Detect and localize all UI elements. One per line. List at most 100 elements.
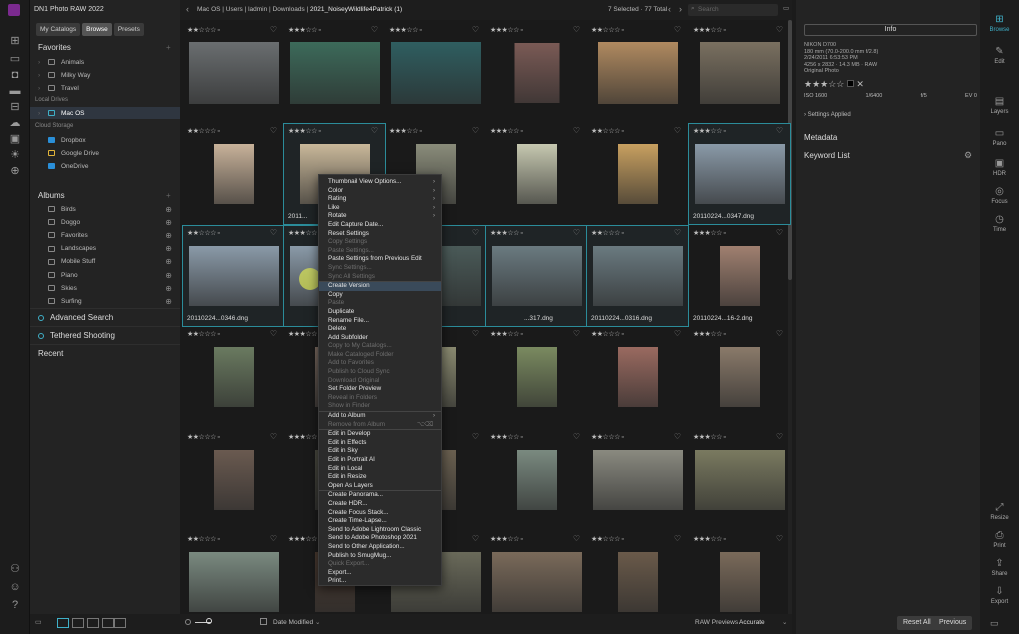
heart-icon[interactable]: ♡ bbox=[674, 228, 681, 237]
user-icon[interactable]: ☺ bbox=[8, 580, 22, 594]
heart-icon[interactable]: ♡ bbox=[776, 329, 783, 338]
settings-applied[interactable]: › Settings Applied bbox=[804, 112, 851, 118]
photo-thumbnail[interactable] bbox=[491, 552, 582, 612]
cloud-item[interactable]: Google Drive bbox=[38, 147, 176, 159]
monitor-icon[interactable]: ▭ bbox=[8, 52, 22, 66]
heart-icon[interactable]: ♡ bbox=[270, 228, 277, 237]
sync-icon[interactable]: ⊕ bbox=[165, 231, 172, 240]
menu-item[interactable]: Edit in Effects bbox=[319, 439, 441, 448]
heart-icon[interactable]: ♡ bbox=[270, 126, 277, 135]
panel-toggle-icon[interactable]: ▭ bbox=[35, 618, 42, 626]
menu-item[interactable]: Like › bbox=[319, 204, 441, 213]
tab-my-catalogs[interactable]: My Catalogs bbox=[36, 23, 81, 36]
rating-stars[interactable]: ★★★☆☆ ▫ bbox=[693, 127, 726, 135]
heart-icon[interactable]: ♡ bbox=[371, 25, 378, 34]
photo-thumbnail[interactable] bbox=[617, 144, 658, 204]
prev-icon[interactable]: ‹ bbox=[668, 4, 671, 14]
heart-icon[interactable]: ♡ bbox=[371, 126, 378, 135]
keyword-list-heading[interactable]: Keyword List bbox=[804, 151, 850, 160]
menu-item[interactable]: Reset Settings bbox=[319, 230, 441, 239]
rating-stars[interactable]: ★★★☆☆ ▫ bbox=[693, 229, 726, 237]
menu-item[interactable]: Edit in Portrait AI bbox=[319, 456, 441, 465]
menu-item[interactable]: Print... bbox=[319, 577, 441, 586]
thumbnail-cell[interactable]: ★★☆☆☆ ▫ ♡ bbox=[183, 124, 284, 224]
sync-icon[interactable]: ⊕ bbox=[165, 218, 172, 227]
thumbnail-cell[interactable]: ★★★☆☆ ▫ ♡ ...317.dng bbox=[485, 225, 588, 327]
heart-icon[interactable]: ♡ bbox=[270, 25, 277, 34]
menu-item[interactable]: Edit in Sky bbox=[319, 447, 441, 456]
menu-item[interactable]: Set Folder Preview bbox=[319, 385, 441, 394]
photo-thumbnail[interactable] bbox=[213, 144, 254, 204]
rating-stars[interactable]: ★★★☆☆ ▫ bbox=[490, 433, 523, 441]
thumbnail-cell[interactable]: ★★☆☆☆ ▫ ♡ bbox=[183, 327, 284, 427]
breadcrumb-item[interactable]: Mac OS bbox=[197, 6, 220, 13]
menu-item[interactable]: Rotate › bbox=[319, 212, 441, 221]
photo-thumbnail[interactable] bbox=[694, 450, 785, 510]
menu-item[interactable]: Edit in Resize bbox=[319, 473, 441, 482]
menu-item[interactable]: Copy bbox=[319, 291, 441, 300]
rating-stars[interactable]: ★★☆☆☆ ▫ bbox=[187, 330, 220, 338]
module-export[interactable]: ⇩ Export bbox=[980, 586, 1019, 605]
heart-icon[interactable]: ♡ bbox=[674, 432, 681, 441]
local-drive-item[interactable]: › Mac OS bbox=[30, 107, 180, 119]
photo-thumbnail[interactable] bbox=[617, 552, 658, 612]
photo-thumbnail[interactable] bbox=[719, 246, 760, 306]
rating-stars[interactable]: ★★★☆☆ ▫ bbox=[693, 26, 726, 34]
sort-dropdown[interactable]: Date Modified bbox=[273, 619, 313, 626]
photo-thumbnail[interactable] bbox=[592, 246, 683, 306]
thumbnail-cell[interactable]: ★★☆☆☆ ▫ ♡ 20110224...0346.dng bbox=[182, 225, 285, 327]
heart-icon[interactable]: ♡ bbox=[674, 126, 681, 135]
photo-thumbnail[interactable] bbox=[491, 246, 582, 306]
breadcrumb-item[interactable]: Downloads bbox=[273, 6, 305, 13]
module-hdr[interactable]: ▣ HDR bbox=[980, 158, 1019, 177]
sync-icon[interactable]: ⊕ bbox=[165, 284, 172, 293]
heart-icon[interactable]: ♡ bbox=[776, 126, 783, 135]
menu-item[interactable]: Rating › bbox=[319, 195, 441, 204]
thumbnail-cell[interactable]: ★★★☆☆ ▫ ♡ bbox=[689, 532, 790, 614]
tab-info[interactable]: Info bbox=[804, 24, 977, 36]
rating-stars[interactable]: ★★☆☆☆ ▫ bbox=[591, 433, 624, 441]
menu-item[interactable]: Paste Settings from Previous Edit bbox=[319, 255, 441, 264]
thumbnail-cell[interactable]: ★★★☆☆ ▫ ♡ bbox=[486, 124, 587, 224]
chevron-down-icon[interactable]: ⌄ bbox=[782, 618, 787, 626]
favorites-heading[interactable]: Favorites bbox=[38, 43, 71, 52]
photo-thumbnail[interactable] bbox=[188, 246, 279, 306]
album-item[interactable]: Surfing ⊕ bbox=[38, 295, 176, 307]
menu-item[interactable]: Send to Other Application... bbox=[319, 543, 441, 552]
album-item[interactable]: Doggo ⊕ bbox=[38, 216, 176, 228]
heart-icon[interactable]: ♡ bbox=[573, 25, 580, 34]
photo-thumbnail[interactable] bbox=[617, 347, 658, 407]
menu-item[interactable]: Create HDR... bbox=[319, 500, 441, 509]
photo-thumbnail[interactable] bbox=[188, 552, 279, 612]
reset-all-button[interactable]: Reset All bbox=[897, 616, 937, 630]
rating-stars[interactable]: ★★★☆☆ ▫ bbox=[288, 127, 321, 135]
sync-icon[interactable]: ⊕ bbox=[165, 257, 172, 266]
rating-stars[interactable]: ★★★☆☆ ▫ bbox=[288, 433, 321, 441]
heart-icon[interactable]: ♡ bbox=[776, 534, 783, 543]
thumbnail-cell[interactable]: ★★☆☆☆ ▫ ♡ bbox=[183, 532, 284, 614]
thumbnail-cell[interactable]: ★★☆☆☆ ▫ ♡ bbox=[587, 430, 688, 530]
heart-icon[interactable]: ♡ bbox=[573, 126, 580, 135]
heart-icon[interactable]: ♡ bbox=[472, 228, 479, 237]
heart-icon[interactable]: ♡ bbox=[674, 329, 681, 338]
thumbnail-cell[interactable]: ★★★☆☆ ▫ ♡ bbox=[689, 430, 790, 530]
heart-icon[interactable]: ♡ bbox=[472, 126, 479, 135]
menu-item[interactable]: Color › bbox=[319, 187, 441, 196]
breadcrumb-item[interactable]: 2021_NoiseyWildlife4Patrick (1) bbox=[310, 6, 402, 13]
rating-stars[interactable]: ★★★☆☆ ▫ bbox=[288, 535, 321, 543]
menu-item[interactable]: Export... bbox=[319, 569, 441, 578]
tab-presets[interactable]: Presets bbox=[113, 23, 144, 36]
heart-icon[interactable]: ♡ bbox=[776, 228, 783, 237]
back-icon[interactable]: ‹ bbox=[186, 4, 189, 14]
heart-icon[interactable]: ♡ bbox=[573, 228, 580, 237]
list-view-icon[interactable] bbox=[72, 618, 84, 628]
camera-icon[interactable]: ◘ bbox=[8, 68, 22, 82]
drive-icon[interactable]: ▬ bbox=[8, 84, 22, 98]
folder-icon[interactable]: ▭ bbox=[783, 4, 789, 12]
album-item[interactable]: Birds ⊕ bbox=[38, 203, 176, 215]
rating-stars[interactable]: ★★★☆☆ ▫ bbox=[389, 127, 422, 135]
module-edit[interactable]: ✎ Edit bbox=[980, 46, 1019, 65]
menu-item[interactable]: Create Focus Stack... bbox=[319, 509, 441, 518]
sun-icon[interactable]: ☀ bbox=[8, 148, 22, 162]
menu-item[interactable]: Edit in Develop bbox=[319, 430, 441, 439]
